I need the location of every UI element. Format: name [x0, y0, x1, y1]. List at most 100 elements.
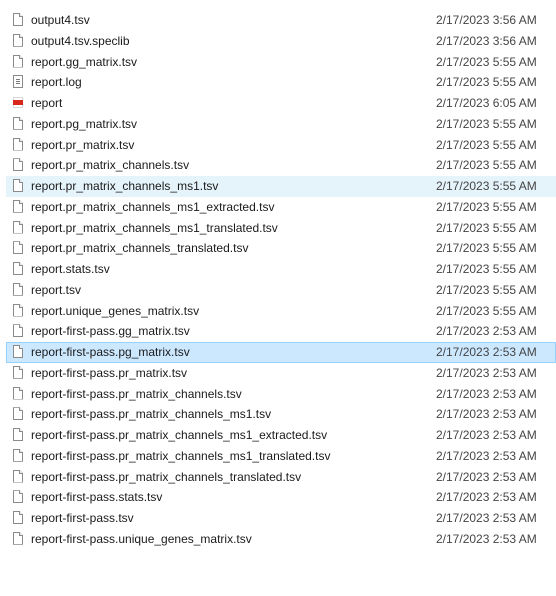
file-date-modified: 2/17/2023 2:53 AM [436, 345, 537, 359]
file-name: report.gg_matrix.tsv [31, 54, 138, 69]
file-icon [13, 179, 23, 192]
file-date-modified: 2/17/2023 2:53 AM [436, 511, 537, 525]
file-icon [13, 33, 23, 47]
file-name: report.log [31, 75, 82, 90]
file-icon [13, 303, 23, 317]
file-date-modified: 2/17/2023 5:55 AM [436, 116, 537, 131]
file-date-modified: 2/17/2023 5:55 AM [436, 75, 537, 90]
file-name: report-first-pass.pr_matrix_channels.tsv [31, 386, 242, 401]
file-name: report-first-pass.gg_matrix.tsv [31, 324, 190, 339]
file-row[interactable]: report-first-pass.pr_matrix_channels_ms1… [0, 446, 556, 467]
text-file-icon [13, 75, 23, 89]
file-row[interactable]: report-first-pass.unique_genes_matrix.ts… [0, 529, 556, 550]
file-name: report.stats.tsv [31, 262, 110, 276]
file-icon [13, 386, 23, 400]
file-row[interactable]: report.pr_matrix.tsv 2/17/2023 5:55 AM [0, 135, 556, 156]
file-icon [13, 531, 23, 545]
file-date-modified: 2/17/2023 5:55 AM [436, 137, 537, 152]
file-row[interactable]: report.pr_matrix_channels.tsv 2/17/2023 5… [0, 155, 556, 176]
file-date-modified: 2/17/2023 5:55 AM [436, 241, 537, 256]
file-name: report.unique_genes_matrix.tsv [31, 303, 200, 318]
file-date-modified: 2/17/2023 5:55 AM [436, 179, 537, 193]
file-icon [13, 490, 23, 504]
file-date-modified: 2/17/2023 5:55 AM [436, 262, 537, 276]
file-name: report [31, 96, 63, 110]
file-date-modified: 2/17/2023 5:55 AM [436, 303, 537, 318]
file-row[interactable]: report-first-pass.pr_matrix_channels_ms1… [0, 404, 556, 425]
file-date-modified: 2/17/2023 2:53 AM [436, 469, 537, 484]
file-name: report.pr_matrix_channels_ms1_extracted.… [31, 199, 275, 214]
file-name: report-first-pass.pr_matrix.tsv [31, 365, 188, 380]
file-date-modified: 2/17/2023 3:56 AM [436, 13, 537, 27]
file-date-modified: 2/17/2023 5:55 AM [436, 158, 537, 173]
file-icon [13, 158, 23, 172]
file-name: report.pr_matrix_channels_ms1_translated… [31, 220, 278, 235]
file-row[interactable]: report.pg_matrix.tsv 2/17/2023 5:55 AM [0, 114, 556, 135]
file-row[interactable]: report-first-pass.pr_matrix_channels_tra… [0, 467, 556, 488]
file-icon [13, 262, 23, 275]
file-name: report-first-pass.stats.tsv [31, 490, 163, 505]
file-name: report-first-pass.pr_matrix_channels_tra… [31, 469, 302, 484]
file-row[interactable]: report-first-pass.pg_matrix.tsv 2/17/2023… [6, 342, 556, 363]
file-name: report.pg_matrix.tsv [31, 116, 138, 131]
file-date-modified: 2/17/2023 3:56 AM [436, 33, 537, 48]
file-name: report.pr_matrix_channels_ms1.tsv [31, 179, 219, 193]
file-row[interactable]: report.stats.tsv 2/17/2023 5:55 AM [0, 259, 556, 280]
file-icon [13, 13, 23, 26]
file-date-modified: 2/17/2023 6:05 AM [436, 96, 537, 110]
file-row[interactable]: report.log 2/17/2023 5:55 AM [0, 72, 556, 93]
file-icon [13, 448, 23, 462]
file-icon [13, 199, 23, 213]
file-name: report-first-pass.pr_matrix_channels_ms1… [31, 407, 272, 422]
file-icon [13, 54, 23, 68]
file-date-modified: 2/17/2023 2:53 AM [436, 448, 537, 463]
file-icon [13, 365, 23, 379]
file-name: report-first-pass.pg_matrix.tsv [31, 345, 190, 359]
file-date-modified: 2/17/2023 2:53 AM [436, 531, 537, 546]
file-icon [13, 345, 23, 358]
file-row[interactable]: report.gg_matrix.tsv 2/17/2023 5:55 AM [0, 52, 556, 73]
file-row[interactable]: report-first-pass.pr_matrix_channels.tsv… [0, 384, 556, 405]
file-date-modified: 2/17/2023 5:55 AM [436, 282, 537, 297]
pdf-icon [13, 97, 23, 108]
file-icon [13, 428, 23, 441]
file-row[interactable]: report 2/17/2023 6:05 AM [0, 93, 556, 114]
file-row[interactable]: report.unique_genes_matrix.tsv 2/17/2023 … [0, 301, 556, 322]
file-icon [13, 116, 23, 130]
file-name: report.pr_matrix_channels.tsv [31, 158, 190, 173]
file-icon [13, 407, 23, 421]
file-row[interactable]: output4.tsv.speclib 2/17/2023 3:56 AM [0, 31, 556, 52]
file-row[interactable]: report-first-pass.gg_matrix.tsv 2/17/2023… [0, 321, 556, 342]
file-date-modified: 2/17/2023 2:53 AM [436, 407, 537, 422]
file-date-modified: 2/17/2023 5:55 AM [436, 199, 537, 214]
file-row[interactable]: output4.tsv 2/17/2023 3:56 AM [0, 10, 556, 31]
file-date-modified: 2/17/2023 5:55 AM [436, 220, 537, 235]
file-row[interactable]: report.pr_matrix_channels_translated.tsv… [0, 238, 556, 259]
file-icon [13, 137, 23, 151]
file-row[interactable]: report.pr_matrix_channels_ms1.tsv 2/17/20… [6, 176, 556, 197]
file-date-modified: 2/17/2023 2:53 AM [436, 428, 537, 442]
file-icon [13, 511, 23, 524]
file-list: output4.tsv 2/17/2023 3:56 AM output4.tsv.… [0, 0, 556, 550]
file-name: report.tsv [31, 282, 82, 297]
file-row[interactable]: report-first-pass.tsv 2/17/2023 2:53 AM [0, 508, 556, 529]
file-name: output4.tsv [31, 13, 90, 27]
file-icon [13, 469, 23, 483]
file-name: report-first-pass.tsv [31, 511, 134, 525]
file-icon [13, 220, 23, 234]
file-name: report-first-pass.pr_matrix_channels_ms1… [31, 428, 328, 442]
file-icon [13, 324, 23, 338]
file-row[interactable]: report-first-pass.pr_matrix.tsv 2/17/2023… [0, 363, 556, 384]
file-row[interactable]: report.pr_matrix_channels_ms1_translated… [0, 218, 556, 239]
file-date-modified: 2/17/2023 5:55 AM [436, 54, 537, 69]
file-name: output4.tsv.speclib [31, 33, 130, 48]
file-name: report.pr_matrix.tsv [31, 137, 135, 152]
file-name: report-first-pass.pr_matrix_channels_ms1… [31, 448, 331, 463]
file-row[interactable]: report-first-pass.pr_matrix_channels_ms1… [0, 425, 556, 446]
file-name: report-first-pass.unique_genes_matrix.ts… [31, 531, 252, 546]
file-date-modified: 2/17/2023 2:53 AM [436, 386, 537, 401]
file-date-modified: 2/17/2023 2:53 AM [436, 490, 537, 505]
file-row[interactable]: report.tsv 2/17/2023 5:55 AM [0, 280, 556, 301]
file-row[interactable]: report.pr_matrix_channels_ms1_extracted.… [0, 197, 556, 218]
file-row[interactable]: report-first-pass.stats.tsv 2/17/2023 2:5… [0, 487, 556, 508]
